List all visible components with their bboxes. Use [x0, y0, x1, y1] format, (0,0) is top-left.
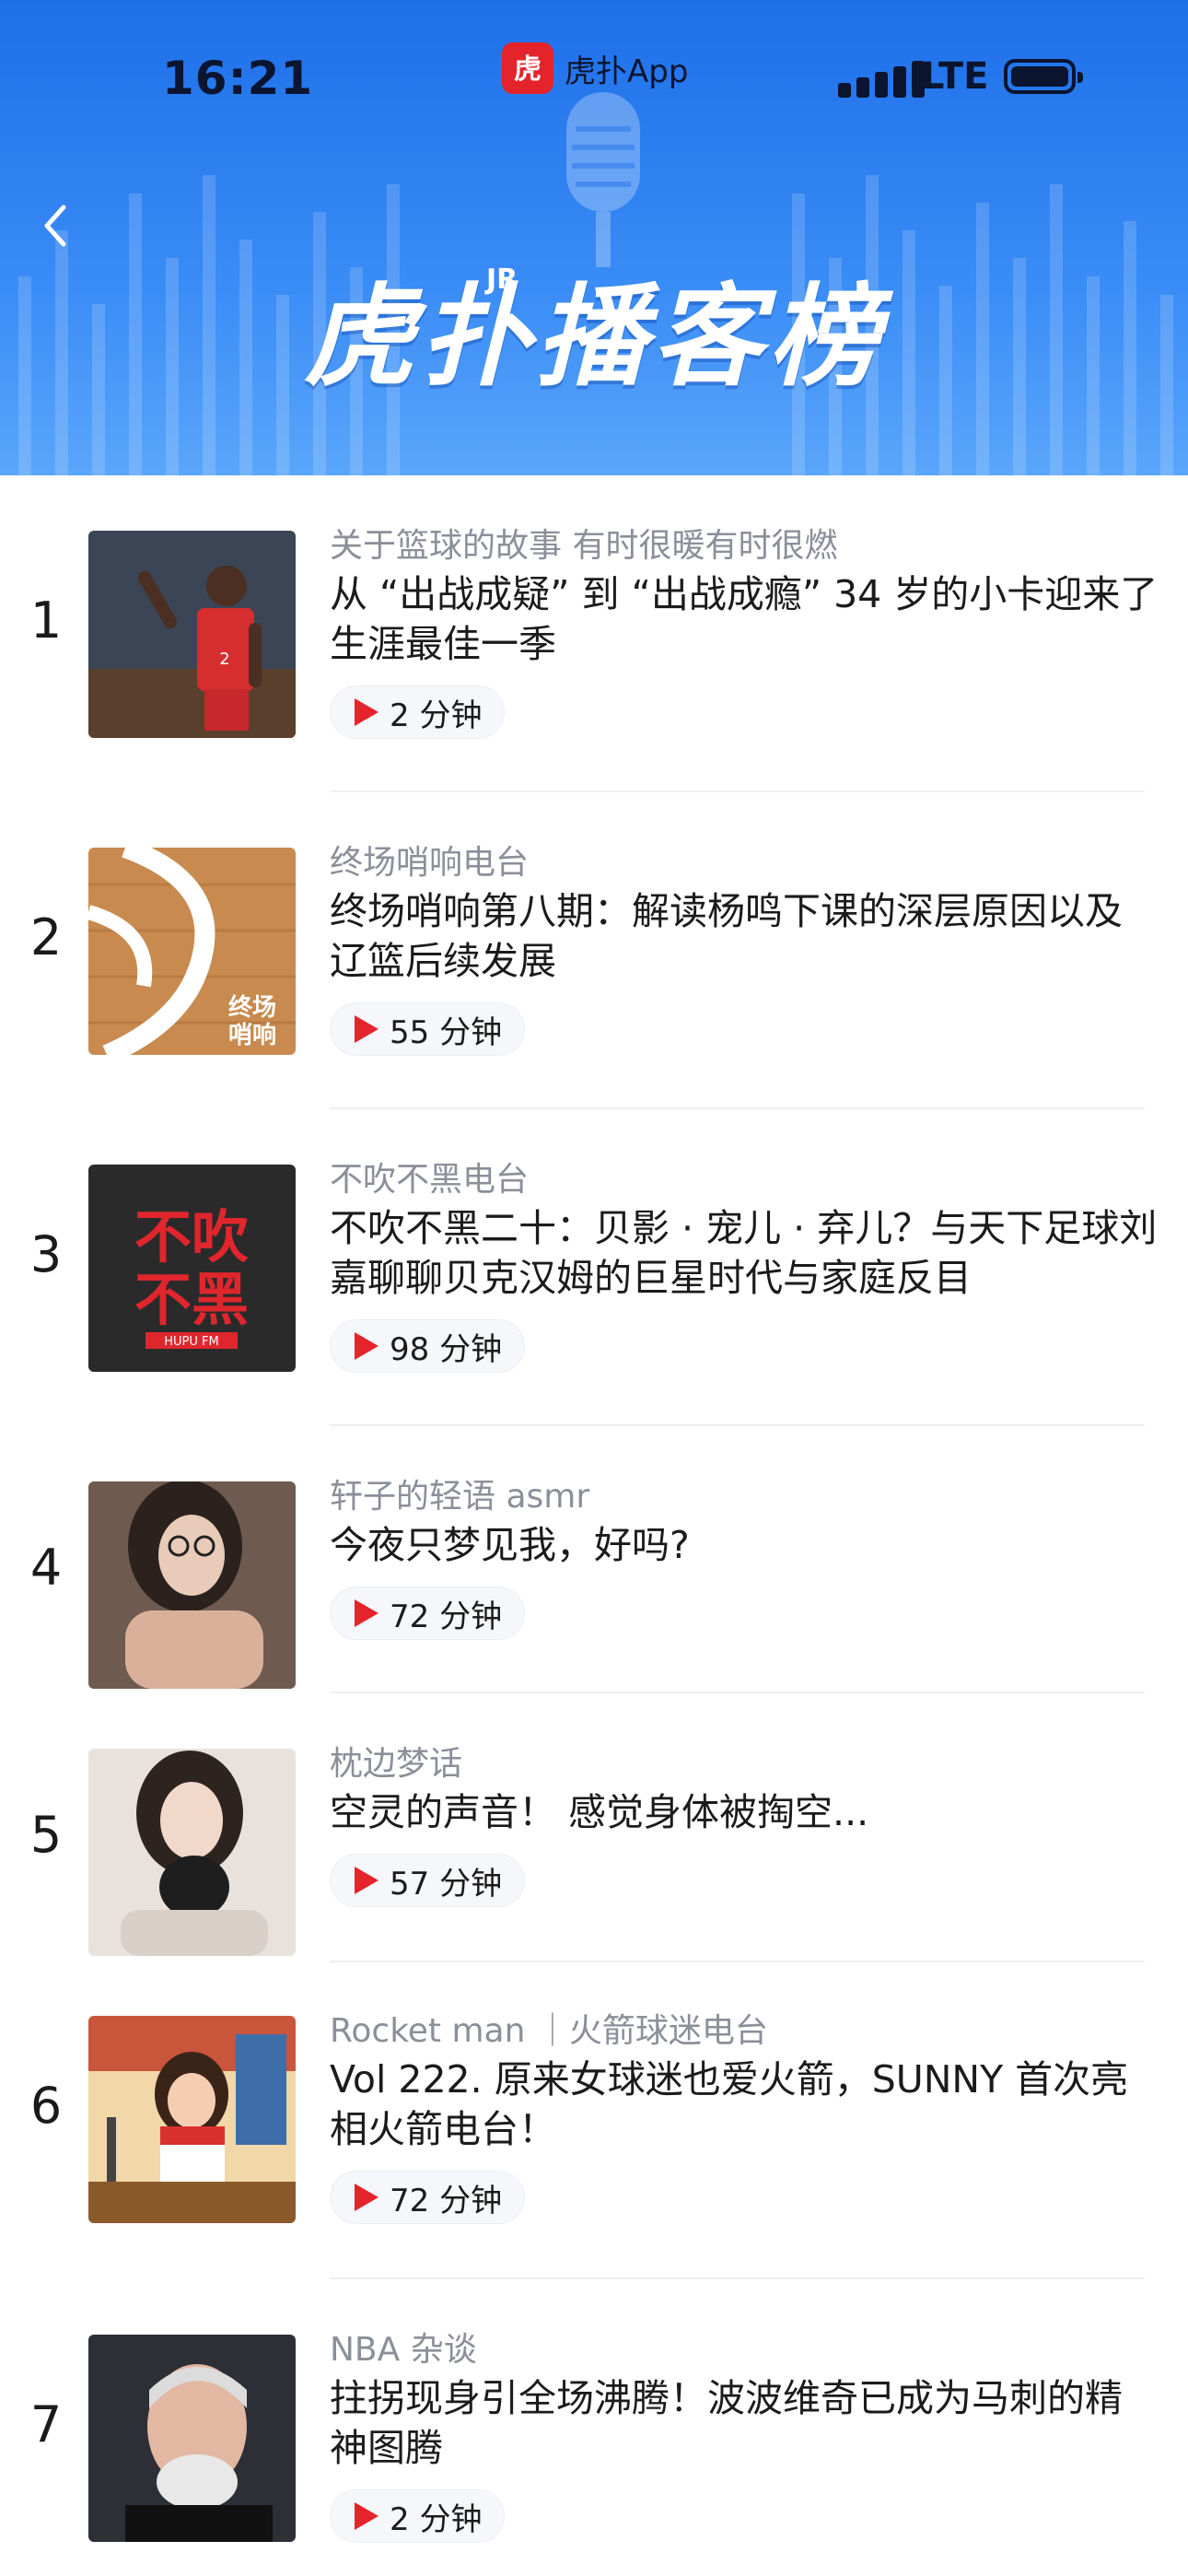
podcast-ranking-header: 16:21 虎 虎扑App LTE JR 虎扑播客榜 — [0, 0, 1188, 475]
duration-label: 55 分钟 — [390, 1013, 503, 1051]
episode-cover: 不吹 不黑 HUPU FM — [88, 1165, 296, 1372]
episode-cover — [88, 1481, 296, 1689]
rank-number: 5 — [29, 1806, 63, 1864]
play-duration-button[interactable]: 98 分钟 — [330, 1319, 526, 1373]
duration-label: 98 分钟 — [390, 1330, 503, 1368]
episode-cover: 2 — [88, 531, 296, 738]
episode-title: 拄拐现身引全场沸腾！波波维奇已成为马刺的精神图腾 — [330, 2376, 1123, 2470]
rank-number: 2 — [29, 908, 63, 966]
channel-name: 不吹不黑电台 — [330, 1161, 530, 1199]
channel-name: 轩子的轻语 asmr — [330, 1478, 590, 1516]
play-icon — [355, 1867, 379, 1894]
episode-title: 不吹不黑二十：贝影 · 宠儿 · 弃儿？与天下足球刘嘉聊聊贝克汉姆的巨星时代与家… — [330, 1206, 1158, 1300]
status-time: 16:21 — [162, 52, 314, 105]
rank-number: 3 — [29, 1225, 63, 1283]
play-icon — [355, 1015, 379, 1043]
list-item[interactable]: 6 Rocket man ｜火箭球迷电台 Vol 222. 原来女球迷也爱火箭，… — [0, 1962, 1188, 2279]
network-type: LTE — [921, 55, 989, 98]
page-title: 虎扑播客榜 — [304, 274, 884, 402]
svg-text:2: 2 — [219, 650, 229, 669]
hupu-logo-icon: 虎 — [502, 42, 553, 94]
list-item[interactable]: 5 枕边梦话 空灵的声音！ 感觉身体被掏空... 57 分钟 — [0, 1693, 1188, 1962]
list-item[interactable]: 1 2 关于篮球的故事 有时很暖有时很燃 从 “出战成疑” 到 “出战成瘾” 3… — [0, 475, 1188, 792]
episode-info: 关于篮球的故事 有时很暖有时很燃 从 “出战成疑” 到 “出战成瘾” 34 岁的… — [330, 525, 1159, 739]
duration-label: 57 分钟 — [390, 1865, 503, 1903]
app-name: 虎扑App — [565, 53, 689, 90]
svg-text:哨响: 哨响 — [228, 1021, 276, 1049]
play-icon — [355, 2184, 379, 2211]
rank-number: 6 — [29, 2077, 63, 2135]
play-duration-button[interactable]: 72 分钟 — [330, 2171, 526, 2224]
episode-info: 终场哨响电台 终场哨响第八期：解读杨鸣下课的深层原因以及辽篮后续发展 55 分钟 — [330, 842, 1159, 1056]
channel-name: 关于篮球的故事 有时很暖有时很燃 — [330, 527, 838, 565]
play-duration-button[interactable]: 55 分钟 — [330, 1002, 526, 1056]
list-item[interactable]: 4 轩子的轻语 asmr 今夜只梦见我，好吗? 72 分钟 — [0, 1426, 1188, 1693]
rank-number: 4 — [29, 1539, 63, 1597]
list-item[interactable]: 2 终场 哨响 终场哨响电台 终场哨响第八期：解读杨鸣下课的深层原因以及辽篮后续… — [0, 792, 1188, 1109]
list-item[interactable]: 3 不吹 不黑 HUPU FM 不吹不黑电台 不吹不黑二十：贝影 · 宠儿 · … — [0, 1109, 1188, 1426]
play-icon — [355, 1332, 379, 1360]
episode-info: NBA 杂谈 拄拐现身引全场沸腾！波波维奇已成为马刺的精神图腾 2 分钟 — [330, 2329, 1159, 2543]
channel-name: 终场哨响电台 — [330, 844, 530, 882]
episode-title: 空灵的声音！ 感觉身体被掏空... — [330, 1790, 869, 1834]
episode-title: 从 “出战成疑” 到 “出战成瘾” 34 岁的小卡迎来了生涯最佳一季 — [330, 572, 1159, 666]
episode-cover — [88, 2016, 296, 2223]
episode-title: 终场哨响第八期：解读杨鸣下课的深层原因以及辽篮后续发展 — [330, 889, 1123, 983]
episode-cover — [88, 1749, 296, 1956]
channel-name: NBA 杂谈 — [330, 2331, 477, 2369]
episode-info: 不吹不黑电台 不吹不黑二十：贝影 · 宠儿 · 弃儿？与天下足球刘嘉聊聊贝克汉姆… — [330, 1159, 1159, 1373]
episode-title: Vol 222. 原来女球迷也爱火箭，SUNNY 首次亮相火箭电台！ — [330, 2057, 1129, 2151]
play-duration-button[interactable]: 2 分钟 — [330, 2489, 506, 2543]
episode-cover: 终场 哨响 — [88, 848, 296, 1055]
episode-info: 轩子的轻语 asmr 今夜只梦见我，好吗? 72 分钟 — [330, 1476, 1159, 1640]
play-icon — [355, 698, 379, 726]
svg-text:不黑: 不黑 — [134, 1266, 249, 1333]
cellular-signal-icon — [838, 61, 925, 98]
channel-name: 枕边梦话 — [330, 1745, 463, 1783]
svg-text:虎: 虎 — [514, 53, 542, 86]
rank-number: 1 — [29, 591, 63, 650]
duration-label: 2 分钟 — [390, 2500, 483, 2538]
app-indicator: 虎 虎扑App — [502, 42, 688, 94]
battery-icon — [1004, 59, 1083, 94]
svg-text:HUPU FM: HUPU FM — [164, 1335, 218, 1349]
play-duration-button[interactable]: 72 分钟 — [330, 1587, 526, 1640]
episode-cover — [88, 2335, 296, 2542]
episode-info: Rocket man ｜火箭球迷电台 Vol 222. 原来女球迷也爱火箭，SU… — [330, 2010, 1159, 2224]
channel-name: Rocket man ｜火箭球迷电台 — [330, 2012, 768, 2050]
svg-text:不吹: 不吹 — [134, 1203, 249, 1270]
episode-info: 枕边梦话 空灵的声音！ 感觉身体被掏空... 57 分钟 — [330, 1743, 1159, 1907]
rank-number: 7 — [29, 2395, 63, 2453]
episode-title: 今夜只梦见我，好吗? — [330, 1523, 690, 1567]
svg-text:终场: 终场 — [228, 993, 276, 1022]
duration-label: 72 分钟 — [390, 2182, 503, 2219]
play-duration-button[interactable]: 57 分钟 — [330, 1854, 526, 1907]
play-icon — [355, 2502, 379, 2530]
list-item[interactable]: 7 NBA 杂谈 拄拐现身引全场沸腾！波波维奇已成为马刺的精神图腾 2 分钟 — [0, 2279, 1188, 2576]
chevron-left-icon — [44, 205, 66, 247]
play-duration-button[interactable]: 2 分钟 — [330, 685, 506, 739]
play-icon — [355, 1599, 379, 1627]
duration-label: 72 分钟 — [390, 1598, 503, 1635]
duration-label: 2 分钟 — [390, 697, 483, 734]
